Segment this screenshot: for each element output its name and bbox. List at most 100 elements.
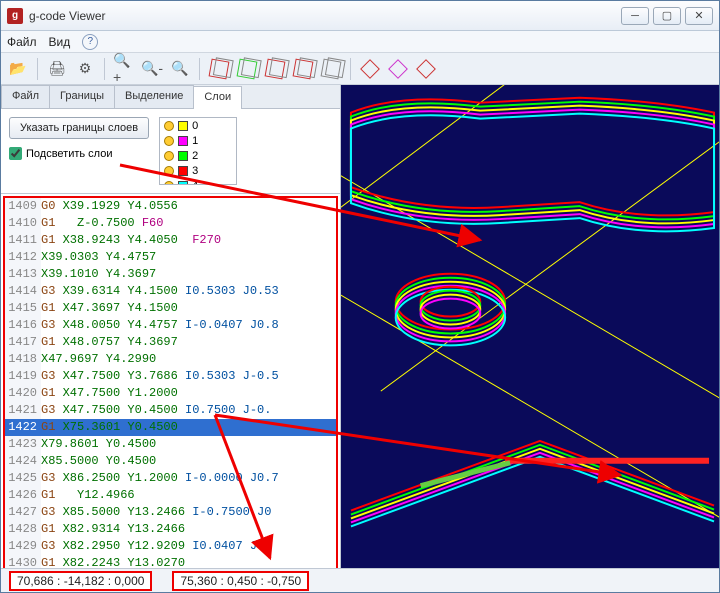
gcode-line[interactable]: 1420G1 X47.7500 Y1.2000 <box>5 385 336 402</box>
line-number: 1420 <box>5 385 41 402</box>
gcode-line[interactable]: 1415G1 X47.3697 Y4.1500 <box>5 300 336 317</box>
print-icon[interactable]: 🖨 <box>46 58 68 80</box>
gcode-line[interactable]: 1411G1 X38.9243 Y4.4050 F270 <box>5 232 336 249</box>
gcode-line[interactable]: 1416G3 X48.0050 Y4.4757 I-0.0407 J0.8 <box>5 317 336 334</box>
line-number: 1427 <box>5 504 41 521</box>
tab-selection[interactable]: Выделение <box>114 85 194 108</box>
gcode-line[interactable]: 1426G1 Y12.4966 <box>5 487 336 504</box>
view-cube-3-icon[interactable] <box>264 58 286 80</box>
settings-icon[interactable]: ⚙ <box>74 58 96 80</box>
bulb-icon <box>164 151 174 161</box>
line-number: 1415 <box>5 300 41 317</box>
gcode-line[interactable]: 1410G1 Z-0.7500 F60 <box>5 215 336 232</box>
view-diamond-3-icon[interactable] <box>415 58 437 80</box>
menu-file[interactable]: Файл <box>7 35 37 49</box>
color-swatch <box>178 166 188 176</box>
view-cube-4-icon[interactable] <box>292 58 314 80</box>
line-number: 1430 <box>5 555 41 568</box>
line-number: 1414 <box>5 283 41 300</box>
toolpath-render <box>341 85 719 568</box>
menu-help[interactable]: ? <box>82 34 98 50</box>
tab-layers[interactable]: Слои <box>193 86 242 109</box>
gcode-line[interactable]: 1419G3 X47.7500 Y3.7686 I0.5303 J-0.5 <box>5 368 336 385</box>
gcode-line[interactable]: 1409G0 X39.1929 Y4.0556 <box>5 198 336 215</box>
color-swatch <box>178 121 188 131</box>
layer-index: 3 <box>192 165 198 177</box>
bulb-icon <box>164 181 174 186</box>
line-number: 1417 <box>5 334 41 351</box>
line-number: 1410 <box>5 215 41 232</box>
menubar: Файл Вид ? <box>1 31 719 53</box>
toolbar: 📂 🖨 ⚙ 🔍+ 🔍- 🔍 <box>1 53 719 85</box>
gcode-line[interactable]: 1423X79.8601 Y0.4500 <box>5 436 336 453</box>
gcode-line[interactable]: 1427G3 X85.5000 Y13.2466 I-0.7500 J0 <box>5 504 336 521</box>
zoom-in-icon[interactable]: 🔍+ <box>113 58 135 80</box>
line-number: 1418 <box>5 351 41 368</box>
gcode-line[interactable]: 1422G1 X75.3601 Y0.4500 <box>5 419 336 436</box>
status-coord-1: 70,686 : -14,182 : 0,000 <box>9 571 152 591</box>
layer-row[interactable]: 0 <box>160 118 236 133</box>
color-swatch <box>178 136 188 146</box>
maximize-button[interactable]: ▢ <box>653 7 681 25</box>
line-number: 1413 <box>5 266 41 283</box>
minimize-button[interactable]: ─ <box>621 7 649 25</box>
view-diamond-1-icon[interactable] <box>359 58 381 80</box>
layer-row[interactable]: 4 <box>160 178 236 185</box>
toolbar-separator <box>199 58 200 80</box>
gcode-line[interactable]: 1424X85.5000 Y0.4500 <box>5 453 336 470</box>
bulb-icon <box>164 166 174 176</box>
gcode-line[interactable]: 1430G1 X82.2243 Y13.0270 <box>5 555 336 568</box>
line-number: 1422 <box>5 419 41 436</box>
toolbar-separator <box>104 58 105 80</box>
gcode-line[interactable]: 1421G3 X47.7500 Y0.4500 I0.7500 J-0. <box>5 402 336 419</box>
gcode-line[interactable]: 1413X39.1010 Y4.3697 <box>5 266 336 283</box>
layer-row[interactable]: 2 <box>160 148 236 163</box>
layer-row[interactable]: 1 <box>160 133 236 148</box>
layer-index: 4 <box>192 180 198 186</box>
gcode-line[interactable]: 1425G3 X86.2500 Y1.2000 I-0.0000 J0.7 <box>5 470 336 487</box>
tab-bounds[interactable]: Границы <box>49 85 115 108</box>
zoom-fit-icon[interactable]: 🔍 <box>169 58 191 80</box>
highlight-layers-input[interactable] <box>9 147 22 160</box>
layer-list[interactable]: 0 12 3 4 <box>159 117 237 185</box>
layer-index: 0 <box>192 120 198 132</box>
gcode-line[interactable]: 1429G3 X82.2950 Y12.9209 I0.0407 J-0 <box>5 538 336 555</box>
color-swatch <box>178 151 188 161</box>
line-number: 1421 <box>5 402 41 419</box>
titlebar: g g-code Viewer ─ ▢ ✕ <box>1 1 719 31</box>
line-number: 1429 <box>5 538 41 555</box>
app-window: g g-code Viewer ─ ▢ ✕ Файл Вид ? 📂 🖨 ⚙ 🔍… <box>0 0 720 593</box>
line-number: 1424 <box>5 453 41 470</box>
zoom-out-icon[interactable]: 🔍- <box>141 58 163 80</box>
line-number: 1426 <box>5 487 41 504</box>
line-number: 1411 <box>5 232 41 249</box>
line-number: 1423 <box>5 436 41 453</box>
line-number: 1425 <box>5 470 41 487</box>
close-button[interactable]: ✕ <box>685 7 713 25</box>
view-cube-5-icon[interactable] <box>320 58 342 80</box>
gcode-line[interactable]: 1428G1 X82.9314 Y13.2466 <box>5 521 336 538</box>
highlight-layers-checkbox[interactable]: Подсветить слои <box>9 147 149 160</box>
left-panel: Файл Границы Выделение Слои Указать гран… <box>1 85 341 568</box>
view-cube-1-icon[interactable] <box>208 58 230 80</box>
toolbar-separator <box>350 58 351 80</box>
layer-row[interactable]: 3 <box>160 163 236 178</box>
color-swatch <box>178 181 188 186</box>
3d-viewport[interactable] <box>341 85 719 568</box>
bulb-icon <box>164 121 174 131</box>
statusbar: 70,686 : -14,182 : 0,000 75,360 : 0,450 … <box>1 568 719 592</box>
gcode-editor[interactable]: 1409G0 X39.1929 Y4.05561410G1 Z-0.7500 F… <box>1 194 340 568</box>
view-diamond-2-icon[interactable] <box>387 58 409 80</box>
layer-index: 1 <box>192 135 198 147</box>
gcode-line[interactable]: 1414G3 X39.6314 Y4.1500 I0.5303 J0.53 <box>5 283 336 300</box>
gcode-line[interactable]: 1418X47.9697 Y4.2990 <box>5 351 336 368</box>
set-layer-bounds-button[interactable]: Указать границы слоев <box>9 117 149 139</box>
gcode-line[interactable]: 1417G1 X48.0757 Y4.3697 <box>5 334 336 351</box>
layers-panel: Указать границы слоев Подсветить слои 0 1… <box>1 109 340 194</box>
gcode-line[interactable]: 1412X39.0303 Y4.4757 <box>5 249 336 266</box>
tab-file[interactable]: Файл <box>1 85 50 108</box>
status-coord-2: 75,360 : 0,450 : -0,750 <box>172 571 309 591</box>
view-cube-2-icon[interactable] <box>236 58 258 80</box>
menu-view[interactable]: Вид <box>49 35 71 49</box>
open-icon[interactable]: 📂 <box>7 58 29 80</box>
